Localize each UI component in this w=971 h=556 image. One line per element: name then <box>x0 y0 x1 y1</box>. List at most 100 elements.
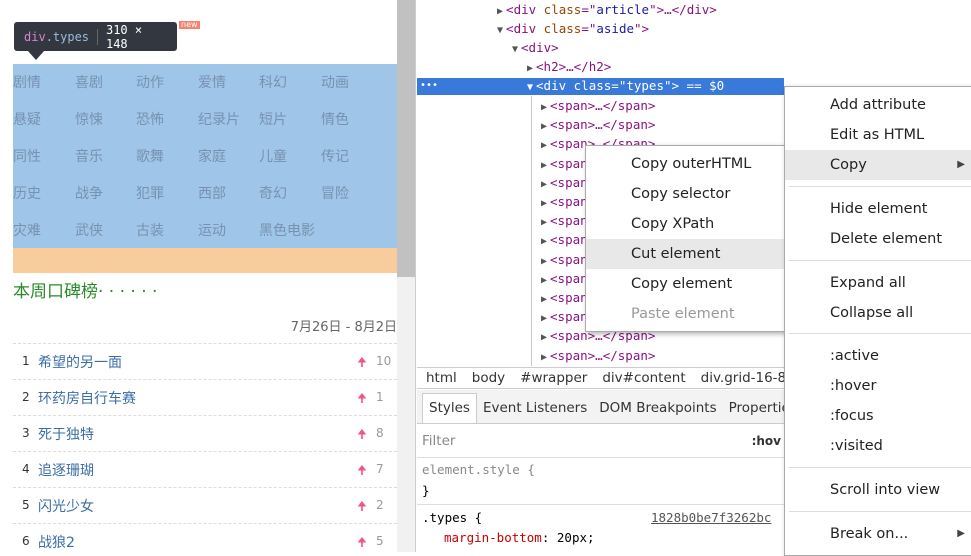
tab-properties[interactable]: Properties <box>723 394 784 423</box>
dom-node-selected-types[interactable]: ••• ▼ <div class="types"> == $0 <box>417 78 784 95</box>
dom-node-h2[interactable]: ▶ <h2>…</h2> <box>527 57 611 76</box>
breadcrumb-item[interactable]: #wrapper <box>520 370 587 386</box>
menu-separator <box>789 467 971 468</box>
dom-node-div[interactable]: ▼ <div> <box>512 38 559 57</box>
menu-item-copy-selector[interactable]: Copy selector <box>586 179 788 209</box>
dom-node-aside[interactable]: ▼ <div class="aside"> <box>497 19 649 38</box>
genre-link[interactable]: 黑色电影 <box>259 220 315 240</box>
expand-triangle-icon[interactable]: ▶ <box>541 313 547 324</box>
genre-link[interactable]: 爱情 <box>198 72 226 92</box>
dom-node-article[interactable]: ▶ <div class="article">…</div> <box>497 0 717 19</box>
weekly-chart-title[interactable]: 本周口碑榜· · · · · · <box>13 277 157 302</box>
expand-triangle-icon[interactable]: ▶ <box>541 275 547 286</box>
menu-item-expand-all[interactable]: Expand all <box>785 268 971 298</box>
movie-title-link[interactable]: 希望的另一面 <box>38 352 122 372</box>
expand-triangle-icon[interactable]: ▶ <box>541 121 547 132</box>
genre-link[interactable]: 奇幻 <box>259 183 287 203</box>
genre-link[interactable]: 武侠 <box>75 220 103 240</box>
genre-link[interactable]: 剧情 <box>13 72 41 92</box>
scrollbar-thumb[interactable] <box>397 0 415 277</box>
breadcrumb-item[interactable]: div#content <box>602 370 685 386</box>
movie-title-link[interactable]: 闪光少女 <box>38 496 94 516</box>
menu-item-scroll-into-view[interactable]: Scroll into view <box>785 475 971 505</box>
tab-dom-breakpoints[interactable]: DOM Breakpoints <box>593 394 722 423</box>
genre-link[interactable]: 情色 <box>321 109 349 129</box>
expand-triangle-icon[interactable]: ▶ <box>541 294 547 305</box>
menu-item-copy-element[interactable]: Copy element <box>586 269 788 299</box>
movie-title-link[interactable]: 死于独特 <box>38 424 94 444</box>
menu-item-copy[interactable]: Copy ▶ <box>785 150 971 180</box>
menu-item-copy-xpath[interactable]: Copy XPath <box>586 209 788 239</box>
expand-triangle-icon[interactable]: ▶ <box>541 217 547 228</box>
expand-triangle-icon[interactable]: ▶ <box>541 198 547 209</box>
dom-node-span[interactable]: ▶<span>…</span> <box>541 346 655 365</box>
expand-triangle-icon[interactable]: ▶ <box>497 6 503 17</box>
collapse-triangle-icon[interactable]: ▼ <box>497 25 503 36</box>
tab-styles[interactable]: Styles <box>422 393 477 423</box>
dom-node-span[interactable]: ▶<span>…</span> <box>541 96 655 115</box>
dom-node-span[interactable]: ▶<span>…</span> <box>541 115 655 134</box>
menu-item-break-on[interactable]: Break on... ▶ <box>785 519 971 549</box>
genre-link[interactable]: 恐怖 <box>136 109 164 129</box>
genre-link[interactable]: 运动 <box>198 220 226 240</box>
genre-link[interactable]: 西部 <box>198 183 226 203</box>
hov-toggle[interactable]: :hov <box>752 434 781 448</box>
menu-item-edit-as-html[interactable]: Edit as HTML <box>785 120 971 150</box>
genre-link[interactable]: 纪录片 <box>198 109 240 129</box>
genre-link[interactable]: 同性 <box>13 146 41 166</box>
genre-link[interactable]: 犯罪 <box>136 183 164 203</box>
genre-link[interactable]: 家庭 <box>198 146 226 166</box>
genre-link[interactable]: 历史 <box>13 183 41 203</box>
menu-item-add-attribute[interactable]: Add attribute <box>785 90 971 120</box>
genre-link[interactable]: 歌舞 <box>136 146 164 166</box>
menu-item-hide-element[interactable]: Hide element <box>785 194 971 224</box>
menu-item-collapse-all[interactable]: Collapse all <box>785 298 971 328</box>
genre-link[interactable]: 喜剧 <box>75 72 103 92</box>
tab-event-listeners[interactable]: Event Listeners <box>477 394 593 423</box>
breadcrumb-item[interactable]: html <box>426 370 457 386</box>
style-source-link[interactable]: 1828b0be7f3262bc <box>651 510 771 525</box>
types-rule-selector[interactable]: .types { <box>422 510 482 525</box>
more-dots-icon[interactable]: ••• <box>420 76 438 95</box>
expand-triangle-icon[interactable]: ▶ <box>541 140 547 151</box>
menu-item-active[interactable]: :active <box>785 341 971 371</box>
genre-link[interactable]: 儿童 <box>259 146 287 166</box>
expand-triangle-icon[interactable]: ▶ <box>541 160 547 171</box>
expand-triangle-icon[interactable]: ▶ <box>541 256 547 267</box>
genre-link[interactable]: 动作 <box>136 72 164 92</box>
style-declaration[interactable]: margin-bottom: 20px; <box>444 530 595 545</box>
inspect-tooltip: div .types 310 × 148 <box>14 22 177 51</box>
menu-item-delete-element[interactable]: Delete element <box>785 224 971 254</box>
menu-item-hover[interactable]: :hover <box>785 371 971 401</box>
breadcrumb-item[interactable]: body <box>472 370 505 386</box>
expand-triangle-icon[interactable]: ▶ <box>541 102 547 113</box>
expand-triangle-icon[interactable]: ▶ <box>541 352 547 363</box>
expand-triangle-icon[interactable]: ▶ <box>541 179 547 190</box>
menu-item-visited[interactable]: :visited <box>785 431 971 461</box>
expand-triangle-icon[interactable]: ▶ <box>541 332 547 343</box>
movie-title-link[interactable]: 环药房自行车赛 <box>38 388 136 408</box>
web-page: 剧情 喜剧 动作 爱情 科幻 动画 悬疑 惊悚 恐怖 纪录片 短片 情色 同性 音乐 歌舞 家庭 儿童 传记 历史战… <box>0 0 397 552</box>
genre-link[interactable]: 传记 <box>321 146 349 166</box>
genre-link[interactable]: 科幻 <box>259 72 287 92</box>
genre-link[interactable]: 古装 <box>136 220 164 240</box>
menu-item-focus[interactable]: :focus <box>785 401 971 431</box>
movie-title-link[interactable]: 战狼2 <box>38 532 75 552</box>
breadcrumb-item[interactable]: div.grid-16-8 <box>701 370 784 386</box>
genre-link[interactable]: 惊悚 <box>75 109 103 129</box>
expand-triangle-icon[interactable]: ▶ <box>527 63 533 74</box>
genre-link[interactable]: 音乐 <box>75 146 103 166</box>
genre-link[interactable]: 战争 <box>75 183 103 203</box>
element-style-rule[interactable]: element.style { <box>422 462 535 477</box>
menu-item-cut-element[interactable]: Cut element <box>586 239 788 269</box>
genre-link[interactable]: 短片 <box>259 109 287 129</box>
movie-title-link[interactable]: 追逐珊瑚 <box>38 460 94 480</box>
styles-filter-input[interactable]: Filter :hov <box>417 428 784 458</box>
genre-link[interactable]: 动画 <box>321 72 349 92</box>
genre-link[interactable]: 冒险 <box>321 183 349 203</box>
genre-link[interactable]: 悬疑 <box>13 109 41 129</box>
menu-item-copy-outerhtml[interactable]: Copy outerHTML <box>586 149 788 179</box>
collapse-triangle-icon[interactable]: ▼ <box>512 44 518 55</box>
genre-link[interactable]: 灾难 <box>13 220 41 240</box>
expand-triangle-icon[interactable]: ▶ <box>541 236 547 247</box>
